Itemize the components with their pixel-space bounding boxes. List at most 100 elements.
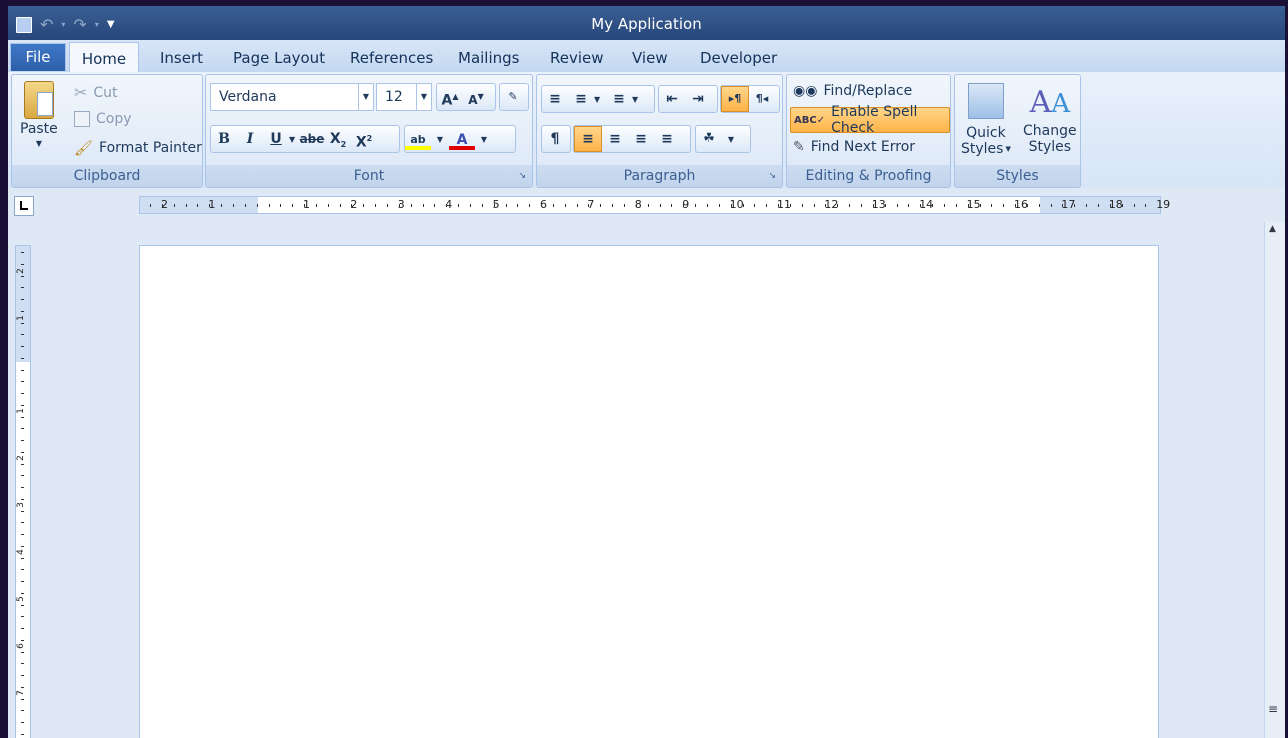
change-styles-icon: AA [1029, 85, 1071, 120]
tab-home[interactable]: Home [69, 42, 139, 73]
align-center-icon[interactable]: ≡ [602, 127, 628, 151]
ruler-number: 1 [15, 408, 26, 414]
shading-button[interactable]: ☘ ▼ [695, 125, 751, 153]
ruler-tick [730, 204, 732, 207]
copy-button[interactable]: Copy [74, 111, 132, 127]
multilevel-dropdown-icon[interactable]: ▼ [632, 95, 642, 104]
ruler-tick [398, 204, 400, 207]
ruler-tick [920, 204, 922, 207]
font-dialog-launcher-icon[interactable]: ↘ [518, 165, 526, 187]
ruler-tick [469, 204, 471, 207]
highlight-dropdown-icon[interactable]: ▼ [431, 135, 449, 144]
underline-icon[interactable]: U [263, 127, 289, 151]
quick-styles-icon [967, 83, 1004, 119]
font-color-dropdown-icon[interactable]: ▼ [475, 135, 493, 144]
binoculars-icon: ◉◉ [793, 83, 818, 99]
font-family-dropdown-icon[interactable]: ▼ [358, 84, 373, 110]
strikethrough-icon[interactable]: abe [299, 127, 325, 151]
cut-label: Cut [93, 84, 118, 101]
ruler-tick [979, 204, 981, 207]
change-styles-button[interactable]: AA Change Styles [1023, 83, 1077, 155]
font-color-icon[interactable]: A [449, 128, 475, 150]
ruler-tick [754, 204, 756, 207]
ruler-tick [1015, 204, 1017, 207]
paragraph-dialog-launcher-icon[interactable]: ↘ [768, 165, 776, 187]
ruler-tick [21, 569, 24, 571]
window-title: My Application [591, 15, 702, 33]
paragraph-group: ≡ ≡ ▼ ≡ ▼ ⇤ ⇥ ▸¶ ¶◂ ¶ ≡ ≡ ≡ ≡ ☘ ▼ Paragr… [536, 74, 783, 188]
find-next-error-button[interactable]: ✎ Find Next Error [793, 139, 915, 155]
numbering-icon[interactable]: ≡ [568, 87, 594, 111]
paste-button[interactable]: Paste ▼ [20, 81, 58, 148]
horizontal-ruler[interactable]: 2 1 1 2 3 4 5 6 7 8 9 10 11 12 13 14 15 16 17 18 19 [139, 196, 1170, 214]
subscript-icon[interactable]: X2 [325, 127, 351, 151]
ltr-icon[interactable]: ▸¶ [721, 86, 749, 112]
format-painter-button[interactable]: 🖌 Format Painter [74, 139, 202, 157]
italic-icon[interactable]: I [237, 127, 263, 151]
ruler-tick [1109, 204, 1111, 207]
ruler-tick [789, 204, 791, 207]
numbering-dropdown-icon[interactable]: ▼ [594, 95, 606, 104]
ruler-tick [21, 592, 24, 594]
cut-button[interactable]: ✂ Cut [74, 83, 118, 102]
ruler-number: 2 [15, 455, 26, 461]
find-replace-label: Find/Replace [823, 83, 913, 99]
ruler-tick [21, 393, 24, 394]
ruler-tick [1038, 204, 1040, 207]
ruler-tick [21, 510, 24, 512]
show-marks-button[interactable]: ¶ [541, 125, 571, 153]
font-size-dropdown-icon[interactable]: ▼ [416, 84, 431, 110]
tab-review[interactable]: Review [550, 49, 604, 67]
decrease-indent-icon[interactable]: ⇤ [659, 87, 685, 111]
ruler-tick [244, 204, 246, 207]
vertical-ruler[interactable]: 2 1 1 2 3 4 5 6 7 [15, 245, 31, 738]
cut-icon: ✂ [74, 83, 88, 102]
tab-view[interactable]: View [632, 49, 668, 67]
align-right-icon[interactable]: ≡ [628, 127, 654, 151]
quick-styles-dropdown-icon[interactable]: ▼ [1005, 145, 1010, 153]
tab-insert[interactable]: Insert [160, 49, 203, 67]
bold-icon[interactable]: B [211, 127, 237, 151]
shading-dropdown-icon[interactable]: ▼ [722, 135, 740, 144]
bullets-icon[interactable]: ≡ [542, 87, 568, 111]
tab-mailings[interactable]: Mailings [458, 49, 519, 67]
rtl-icon[interactable]: ¶◂ [749, 87, 775, 111]
underline-dropdown-icon[interactable]: ▼ [289, 135, 299, 144]
ruler-number: 5 [15, 596, 26, 602]
tab-references[interactable]: References [350, 49, 433, 67]
left-margin-region [140, 197, 258, 213]
ruler-tick [600, 204, 602, 207]
tab-file[interactable]: File [10, 43, 66, 71]
find-replace-button[interactable]: ◉◉ Find/Replace [793, 83, 912, 99]
clear-format-button[interactable]: ✎ [499, 83, 529, 111]
increase-indent-icon[interactable]: ⇥ [685, 87, 711, 111]
ruler-tick [588, 204, 590, 207]
paste-dropdown-icon[interactable]: ▼ [36, 139, 42, 148]
font-size-combo[interactable]: 12 ▼ [376, 83, 432, 111]
highlight-icon[interactable]: ab [405, 128, 431, 150]
tab-selector-icon[interactable] [14, 196, 34, 216]
ribbon: Paste ▼ ✂ Cut Copy 🖌 Format Painter Clip… [8, 72, 1285, 189]
ruler-number: 6 [15, 643, 26, 649]
multilevel-list-icon[interactable]: ≡ [606, 87, 632, 111]
ruler-tick [21, 381, 24, 383]
superscript-icon[interactable]: X2 [351, 127, 377, 151]
grow-font-icon[interactable]: A▲ [437, 85, 463, 109]
font-group-label: Font ↘ [206, 165, 532, 187]
scroll-up-icon[interactable]: ▲ [1269, 224, 1276, 234]
ruler-number: 13 [871, 198, 886, 211]
spell-check-button[interactable]: ABC✓ Enable Spell Check [790, 104, 950, 136]
align-left-icon[interactable]: ≡ [574, 126, 602, 152]
ruler-tick [21, 557, 24, 559]
quick-styles-button[interactable]: Quick Styles ▼ [961, 83, 1011, 157]
ruler-tick [268, 204, 270, 207]
format-painter-label: Format Painter [99, 140, 202, 156]
font-family-combo[interactable]: Verdana ▼ [210, 83, 374, 111]
vertical-scrollbar[interactable]: ▲ ≡ [1264, 222, 1285, 738]
tab-developer[interactable]: Developer [700, 49, 777, 67]
tab-page-layout[interactable]: Page Layout [233, 49, 325, 67]
document-page[interactable] [139, 245, 1159, 738]
justify-icon[interactable]: ≡ [654, 127, 680, 151]
shrink-font-icon[interactable]: A▼ [463, 85, 489, 109]
split-icon[interactable]: ≡ [1268, 702, 1278, 716]
